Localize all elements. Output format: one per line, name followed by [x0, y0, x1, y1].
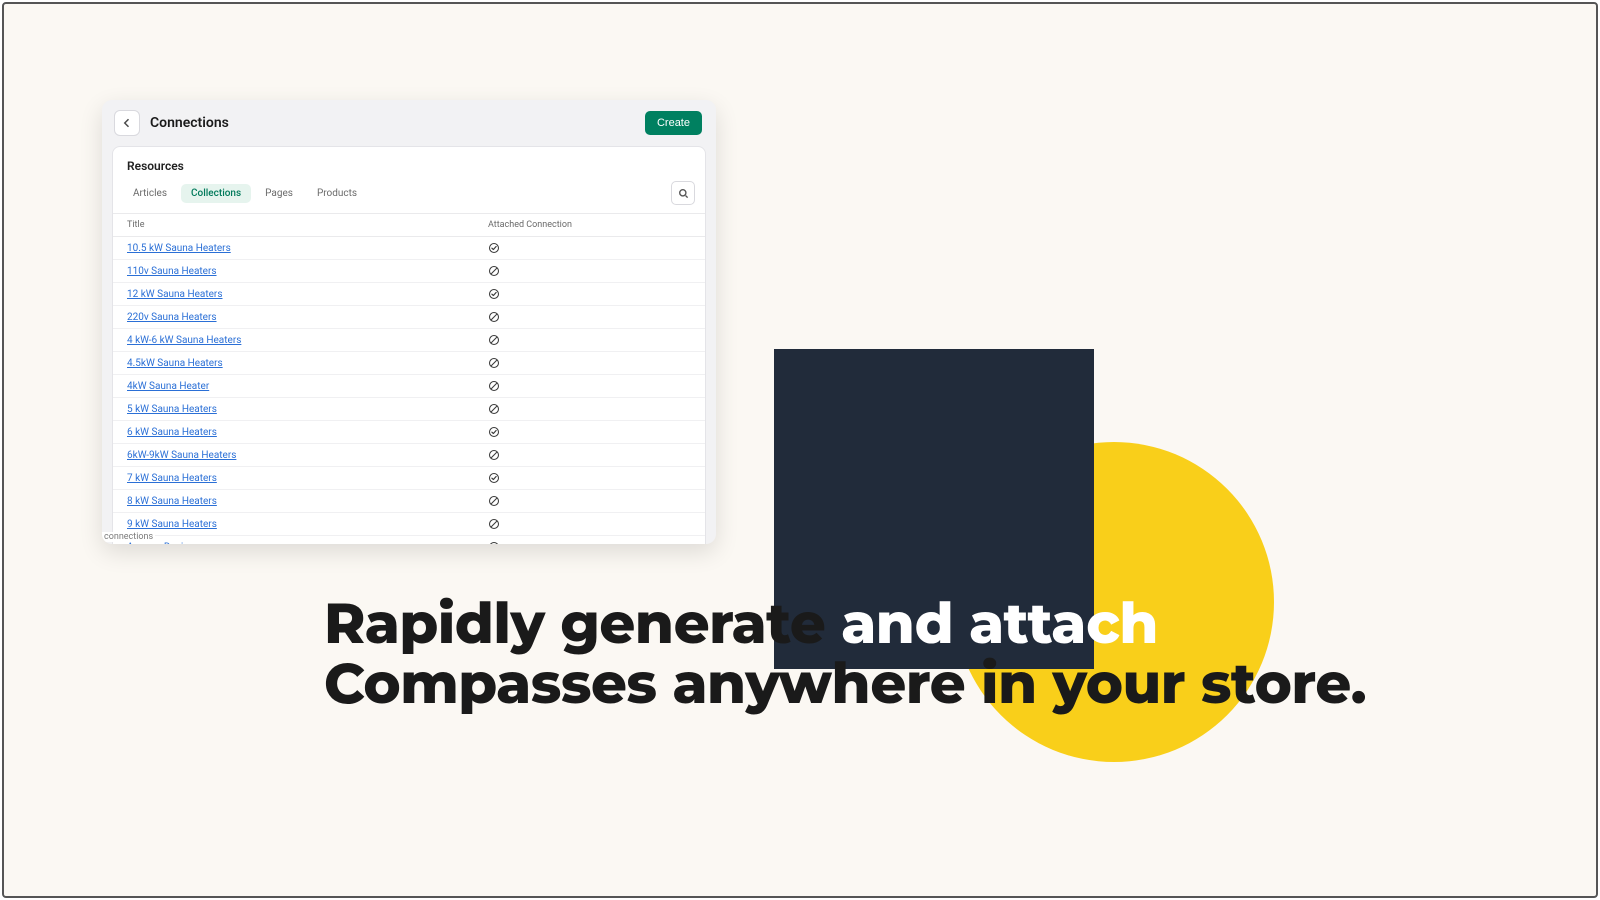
- headline-part-2: and attach: [841, 590, 1158, 658]
- headline-line-2: Compasses anywhere in your store.: [324, 654, 1366, 714]
- not-attached-icon: [488, 495, 691, 507]
- table-row: 7 kW Sauna Heaters: [113, 467, 705, 490]
- table-row: 6 kW Sauna Heaters: [113, 421, 705, 444]
- arrow-left-icon: [121, 114, 133, 133]
- row-title-link[interactable]: 12 kW Sauna Heaters: [127, 289, 488, 300]
- tab-articles[interactable]: Articles: [123, 184, 177, 203]
- not-attached-icon: [488, 311, 691, 323]
- row-title-link[interactable]: 8 kW Sauna Heaters: [127, 496, 488, 507]
- attached-icon: [488, 426, 691, 438]
- create-button[interactable]: Create: [645, 111, 702, 135]
- row-title-link[interactable]: 4.5kW Sauna Heaters: [127, 358, 488, 369]
- table-row: 8 kW Sauna Heaters: [113, 490, 705, 513]
- row-title-link[interactable]: 110v Sauna Heaters: [127, 266, 488, 277]
- attached-icon: [488, 472, 691, 484]
- row-title-link[interactable]: 7 kW Sauna Heaters: [127, 473, 488, 484]
- not-attached-icon: [488, 518, 691, 530]
- tab-pages[interactable]: Pages: [255, 184, 303, 203]
- row-title-link[interactable]: 9 kW Sauna Heaters: [127, 519, 488, 530]
- table-row: 220v Sauna Heaters: [113, 306, 705, 329]
- col-attached: Attached Connection: [488, 220, 691, 230]
- row-title-link[interactable]: 4kW Sauna Heater: [127, 381, 488, 392]
- app-window: Connections Create Resources ArticlesCol…: [102, 100, 716, 544]
- table-row: 9 kW Sauna Heaters: [113, 513, 705, 536]
- row-title-link[interactable]: 6 kW Sauna Heaters: [127, 427, 488, 438]
- not-attached-icon: [488, 380, 691, 392]
- bottom-tag: connections: [102, 532, 155, 542]
- row-title-link[interactable]: 4 kW-6 kW Sauna Heaters: [127, 335, 488, 346]
- attached-icon: [488, 242, 691, 254]
- table-row: 4kW Sauna Heater: [113, 375, 705, 398]
- table-row: 4.5kW Sauna Heaters: [113, 352, 705, 375]
- rows-container: 10.5 kW Sauna Heaters 110v Sauna Heaters 1…: [113, 237, 705, 544]
- search-icon: [678, 184, 689, 203]
- table-row: 5 kW Sauna Heaters: [113, 398, 705, 421]
- not-attached-icon: [488, 265, 691, 277]
- row-title-link[interactable]: 5 kW Sauna Heaters: [127, 404, 488, 415]
- table-row: 4 kW-6 kW Sauna Heaters: [113, 329, 705, 352]
- search-button[interactable]: [671, 181, 695, 205]
- tabs-row: ArticlesCollectionsPagesProducts: [113, 181, 705, 214]
- app-header: Connections Create: [102, 100, 716, 146]
- page-title: Connections: [150, 115, 635, 131]
- not-attached-icon: [488, 403, 691, 415]
- table-row: Amerec Designer: [113, 536, 705, 544]
- col-title: Title: [127, 220, 488, 230]
- row-title-link[interactable]: Amerec Designer: [127, 542, 488, 545]
- attached-icon: [488, 288, 691, 300]
- table-row: 12 kW Sauna Heaters: [113, 283, 705, 306]
- back-button[interactable]: [114, 110, 140, 136]
- marketing-headline: Rapidly generate and attach Compasses an…: [324, 594, 1366, 715]
- column-headers: Title Attached Connection: [113, 214, 705, 237]
- card-title: Resources: [113, 147, 705, 181]
- not-attached-icon: [488, 449, 691, 461]
- headline-part-1: Rapidly generate: [324, 590, 841, 658]
- not-attached-icon: [488, 334, 691, 346]
- attached-icon: [488, 541, 691, 544]
- tab-collections[interactable]: Collections: [181, 184, 251, 203]
- row-title-link[interactable]: 220v Sauna Heaters: [127, 312, 488, 323]
- table-row: 6kW-9kW Sauna Heaters: [113, 444, 705, 467]
- row-title-link[interactable]: 6kW-9kW Sauna Heaters: [127, 450, 488, 461]
- resources-card: Resources ArticlesCollectionsPagesProduc…: [112, 146, 706, 544]
- table-row: 10.5 kW Sauna Heaters: [113, 237, 705, 260]
- tab-products[interactable]: Products: [307, 184, 367, 203]
- table-row: 110v Sauna Heaters: [113, 260, 705, 283]
- not-attached-icon: [488, 357, 691, 369]
- row-title-link[interactable]: 10.5 kW Sauna Heaters: [127, 243, 488, 254]
